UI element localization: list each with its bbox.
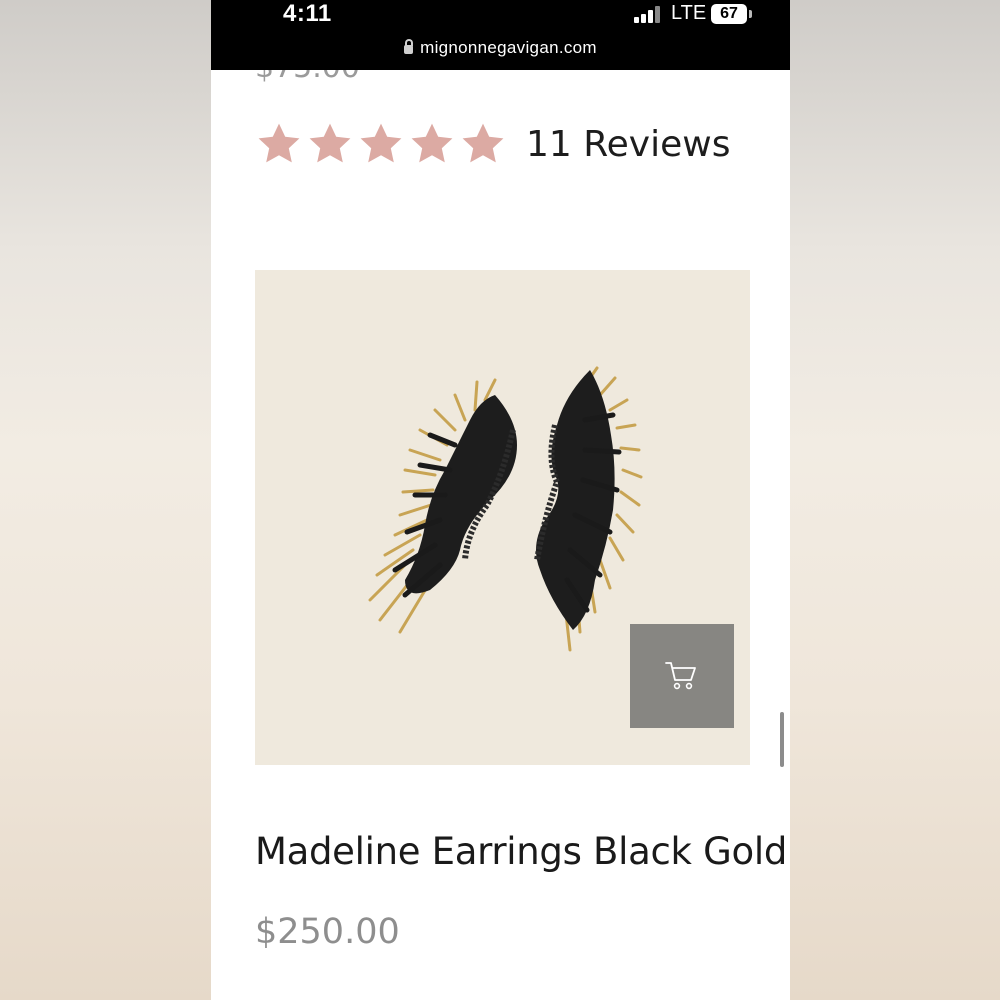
blurred-backdrop-right: [790, 0, 1000, 1000]
battery-icon: 67: [711, 4, 747, 24]
star-icon: [462, 123, 504, 163]
product-title[interactable]: Madeline Earrings Black Gold: [255, 830, 787, 873]
product-price: $250.00: [255, 912, 400, 952]
star-icon: [258, 123, 300, 163]
battery-nub: [749, 10, 752, 18]
network-type: LTE: [671, 2, 707, 24]
status-bar: 4:11 LTE 67 mignonnegavigan.com: [211, 0, 790, 70]
product-image[interactable]: [255, 270, 750, 765]
blurred-backdrop-left: [0, 0, 211, 1000]
cart-icon: [665, 662, 696, 690]
phone-screen: 4:11 LTE 67 mignonnegavigan.com $75.00 1…: [211, 0, 790, 1000]
url-text: mignonnegavigan.com: [420, 38, 597, 57]
lock-icon: [404, 39, 414, 54]
previous-product-price: $75.00: [255, 70, 360, 84]
signal-icon: [634, 5, 664, 23]
star-icon: [411, 123, 453, 163]
add-to-cart-button[interactable]: [630, 624, 734, 728]
scrollbar-thumb[interactable]: [780, 712, 784, 767]
address-bar[interactable]: mignonnegavigan.com: [211, 38, 790, 58]
rating-row[interactable]: 11 Reviews: [255, 118, 730, 170]
status-time: 4:11: [283, 0, 332, 27]
star-icon: [309, 123, 351, 163]
star-icon: [360, 123, 402, 163]
reviews-link[interactable]: 11 Reviews: [526, 124, 730, 165]
previous-price-clip: $75.00: [211, 70, 790, 84]
